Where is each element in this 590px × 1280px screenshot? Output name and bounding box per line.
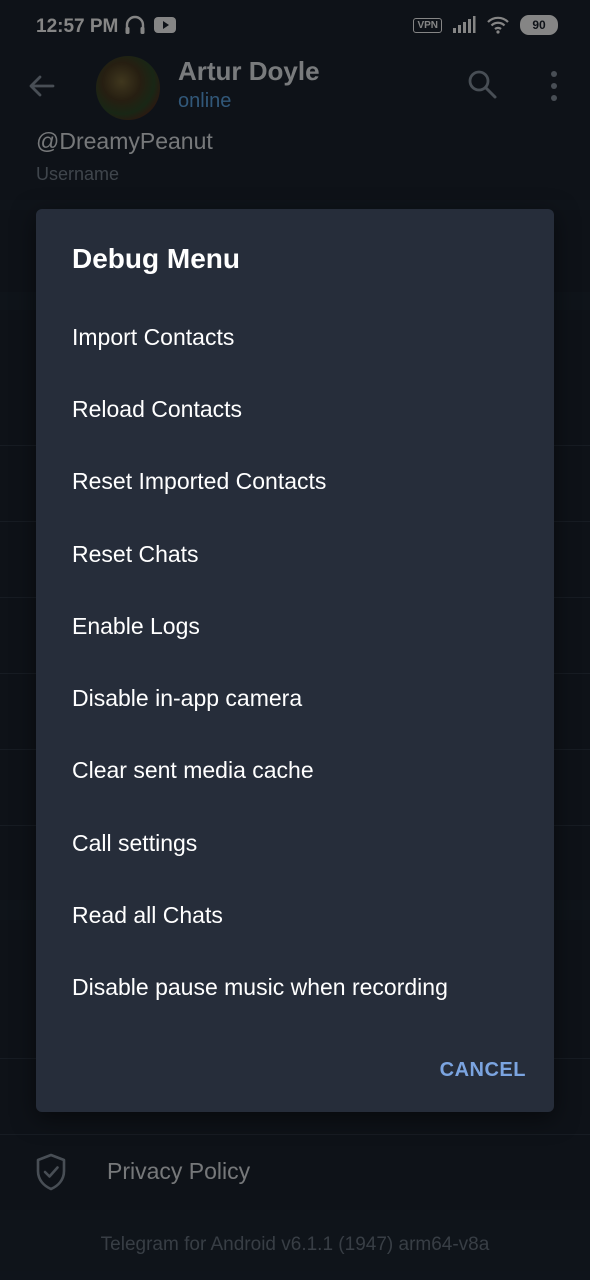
menu-item-clear-sent-media-cache[interactable]: Clear sent media cache (36, 735, 554, 807)
menu-item-import-contacts[interactable]: Import Contacts (36, 301, 554, 373)
cancel-button[interactable]: CANCEL (440, 1059, 526, 1082)
menu-item-disable-in-app-camera[interactable]: Disable in-app camera (36, 662, 554, 734)
dialog-title: Debug Menu (72, 243, 240, 274)
menu-item-enable-logs[interactable]: Enable Logs (36, 590, 554, 662)
menu-item-reset-chats[interactable]: Reset Chats (36, 518, 554, 590)
menu-item-reset-imported-contacts[interactable]: Reset Imported Contacts (36, 446, 554, 518)
menu-item-disable-pause-music[interactable]: Disable pause music when recording (36, 952, 554, 1024)
debug-menu-dialog: Debug Menu Import Contacts Reload Contac… (36, 209, 554, 1112)
debug-menu-list: Import Contacts Reload Contacts Reset Im… (36, 301, 554, 1024)
menu-item-read-all-chats[interactable]: Read all Chats (36, 879, 554, 951)
menu-item-call-settings[interactable]: Call settings (36, 807, 554, 879)
menu-item-reload-contacts[interactable]: Reload Contacts (36, 373, 554, 445)
